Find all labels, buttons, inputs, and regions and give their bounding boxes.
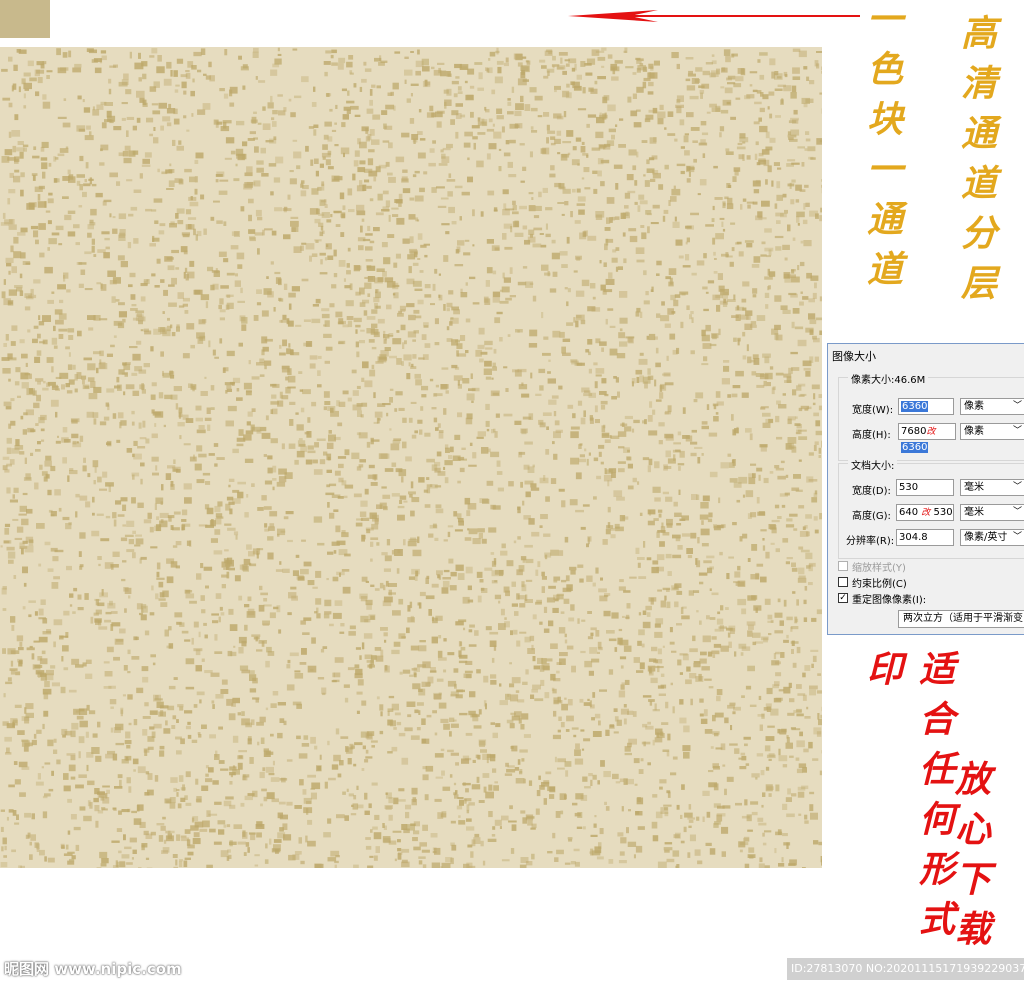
width-unit-select[interactable]: 像素 ﹀: [960, 398, 1024, 415]
dialog-title: 图像大小: [832, 350, 876, 363]
doc-width-label: 宽度(D):: [852, 486, 891, 497]
resolution-input[interactable]: 304.8: [896, 529, 954, 546]
doc-width-unit-select[interactable]: 毫米 ﹀: [960, 479, 1024, 496]
chevron-down-icon: ﹀: [1012, 401, 1022, 411]
doc-width-input[interactable]: 530: [896, 479, 954, 496]
chevron-down-icon: ﹀: [1012, 532, 1022, 542]
texture-preview: [0, 47, 822, 868]
chevron-down-icon: ﹀: [1012, 482, 1022, 492]
annotation-one-color-one-channel: 一色块一通道: [861, 0, 903, 300]
resample-checkbox[interactable]: ✓: [838, 593, 848, 603]
left-arrow-icon: [568, 10, 860, 22]
constrain-proportions-checkbox[interactable]: [838, 577, 848, 587]
annotation-safe-download: 放心下载: [949, 760, 991, 960]
width-label: 宽度(W):: [852, 405, 894, 416]
pixel-size-label: 像素大小:46.6M: [848, 371, 929, 386]
chevron-down-icon: ﹀: [1012, 426, 1022, 436]
doc-height-unit-select[interactable]: 毫米 ﹀: [960, 504, 1024, 521]
image-size-dialog: 图像大小 像素大小:46.6M 宽度(W): 6360 像素 ﹀ 高度(H): 7…: [827, 343, 1024, 635]
check-icon: ✓: [839, 593, 847, 603]
resample-method-select[interactable]: 两次立方（适用于平滑渐变: [898, 610, 1024, 628]
resample-label: 重定图像像素(I):: [852, 595, 927, 606]
width-input[interactable]: 6360: [898, 398, 954, 415]
resolution-unit-select[interactable]: 像素/英寸 ﹀: [960, 529, 1024, 546]
height-label: 高度(H):: [852, 430, 891, 441]
watermark-site: 昵图网 www.nipic.com: [4, 960, 182, 978]
chevron-down-icon: ﹀: [1012, 507, 1022, 517]
pixel-dimensions-group: [838, 377, 1024, 461]
doc-height-input[interactable]: 640 改 530: [896, 504, 954, 521]
doc-size-label: 文档大小:: [848, 457, 898, 472]
color-swatch: [0, 0, 50, 38]
scale-styles-checkbox[interactable]: [838, 561, 848, 571]
height-input[interactable]: 7680改6360: [898, 423, 956, 453]
resolution-label: 分辨率(R):: [846, 536, 895, 547]
height-unit-select[interactable]: 像素 ﹀: [960, 423, 1024, 440]
annotation-hd-channel-layers: 高清通道分层: [955, 14, 997, 314]
scale-styles-label: 缩放样式(Y): [852, 563, 906, 574]
watermark-id: ID:27813070 NO:20201115171939229037: [787, 958, 1024, 980]
doc-height-label: 高度(G):: [852, 511, 891, 522]
constrain-proportions-label: 约束比例(C): [852, 579, 907, 590]
